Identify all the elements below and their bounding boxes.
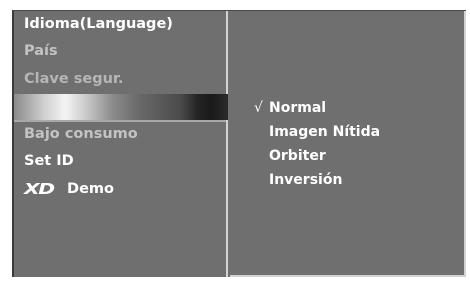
menu-item-language[interactable]: Idioma(Language) bbox=[24, 13, 173, 35]
menu-item-selected-highlight[interactable] bbox=[14, 94, 228, 120]
menu-item-label: Clave segur. bbox=[24, 71, 124, 87]
xd-logo-icon: XD bbox=[24, 180, 55, 198]
submenu-option-orbiter[interactable]: Orbiter bbox=[269, 145, 326, 167]
submenu-option-normal[interactable]: Normal bbox=[269, 97, 326, 119]
menu-item-label: Demo bbox=[67, 181, 114, 197]
menu-item-label: Bajo consumo bbox=[24, 126, 138, 142]
menu-divider bbox=[14, 120, 226, 122]
menu-item-xd-demo[interactable]: XD Demo bbox=[24, 178, 114, 200]
option-label: Inversión bbox=[269, 172, 343, 188]
menu-item-label: Set ID bbox=[24, 153, 74, 169]
option-label: Imagen Nítida bbox=[269, 124, 381, 140]
osd-menu: Idioma(Language) País Clave segur. Bajo … bbox=[12, 10, 466, 277]
checkmark-icon: √ bbox=[254, 100, 263, 116]
tv-screen: Idioma(Language) País Clave segur. Bajo … bbox=[0, 0, 470, 284]
menu-item-set-id[interactable]: Set ID bbox=[24, 150, 74, 172]
submenu-option-inversion[interactable]: Inversión bbox=[269, 169, 342, 191]
menu-item-security-key[interactable]: Clave segur. bbox=[24, 68, 124, 90]
menu-item-label: País bbox=[24, 43, 58, 59]
submenu-option-imagen-nitida[interactable]: Imagen Nítida bbox=[269, 121, 380, 143]
menu-item-power-saving[interactable]: Bajo consumo bbox=[24, 123, 138, 145]
submenu-panel: √ Normal Imagen Nítida Orbiter Inversión bbox=[230, 11, 466, 277]
option-label: Orbiter bbox=[269, 148, 326, 164]
main-menu-panel: Idioma(Language) País Clave segur. Bajo … bbox=[14, 11, 228, 277]
menu-item-country[interactable]: País bbox=[24, 40, 58, 62]
menu-item-label: Idioma(Language) bbox=[24, 16, 173, 32]
option-label: Normal bbox=[269, 100, 327, 116]
